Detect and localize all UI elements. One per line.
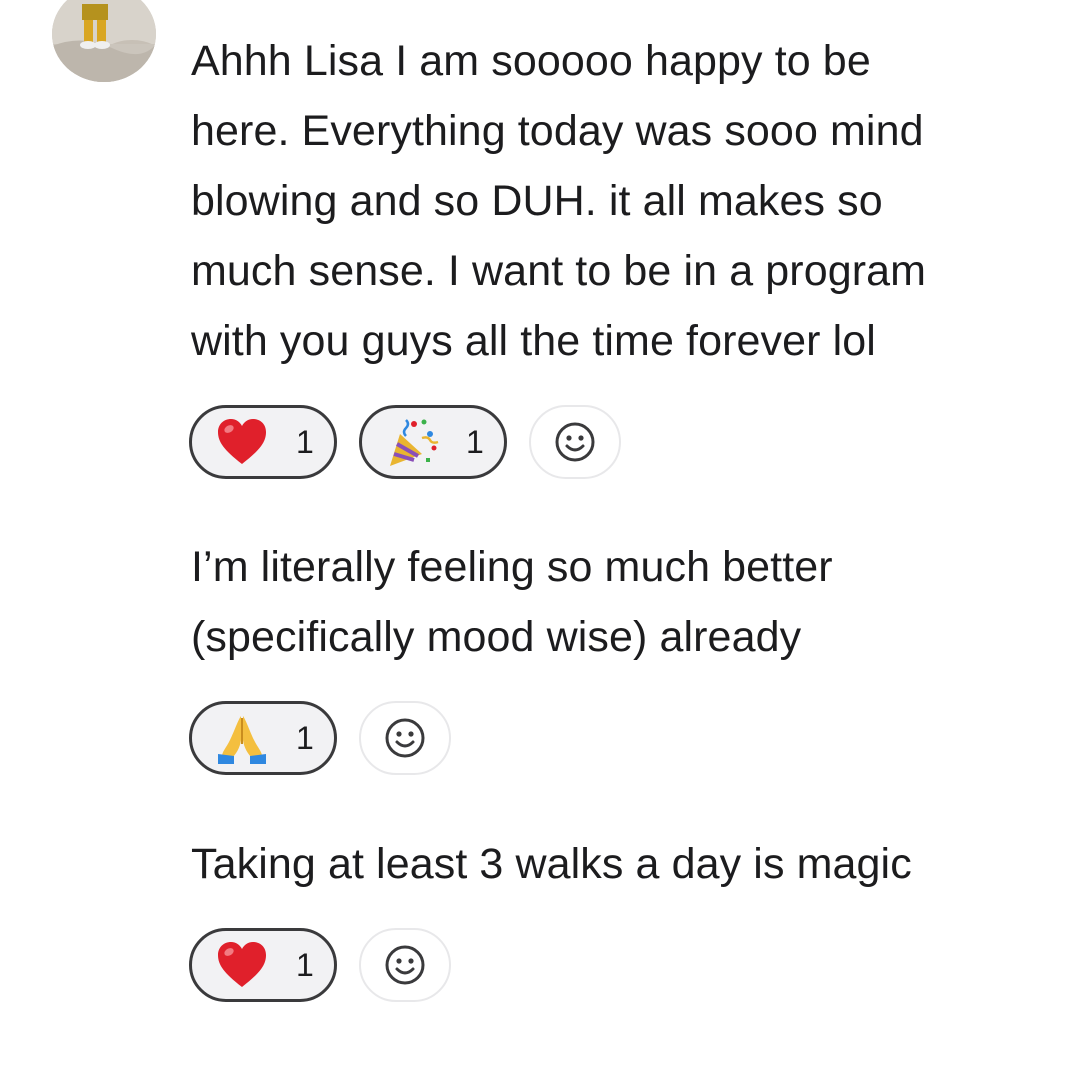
add-reaction-button[interactable] bbox=[359, 701, 451, 775]
smiley-face-icon bbox=[555, 422, 595, 462]
user-avatar[interactable] bbox=[52, 0, 156, 82]
smiley-face-icon bbox=[385, 718, 425, 758]
reaction-bar: 1 bbox=[189, 701, 451, 775]
reaction-bar: 1 bbox=[189, 928, 451, 1002]
reaction-heart-button[interactable]: 1 bbox=[189, 928, 337, 1002]
reaction-party-button[interactable]: 1 bbox=[359, 405, 507, 479]
red-heart-emoji-icon bbox=[214, 937, 270, 993]
folded-hands-emoji-icon bbox=[214, 710, 270, 766]
comment-text: I’m literally feeling so much better (sp… bbox=[191, 543, 833, 661]
comment-text: Ahhh Lisa I am sooooo happy to be here. … bbox=[191, 37, 927, 365]
reaction-count: 1 bbox=[296, 719, 314, 756]
reaction-bar: 1 1 bbox=[189, 405, 621, 479]
reaction-pray-button[interactable]: 1 bbox=[189, 701, 337, 775]
add-reaction-button[interactable] bbox=[529, 405, 621, 479]
comment-text: Taking at least 3 walks a day is magic bbox=[191, 840, 912, 888]
reaction-heart-button[interactable]: 1 bbox=[189, 405, 337, 479]
add-reaction-button[interactable] bbox=[359, 928, 451, 1002]
avatar-photo bbox=[52, 0, 156, 82]
smiley-face-icon bbox=[385, 945, 425, 985]
reaction-count: 1 bbox=[296, 423, 314, 460]
party-popper-emoji-icon bbox=[384, 414, 440, 470]
reaction-count: 1 bbox=[296, 946, 314, 983]
reaction-count: 1 bbox=[466, 423, 484, 460]
red-heart-emoji-icon bbox=[214, 414, 270, 470]
